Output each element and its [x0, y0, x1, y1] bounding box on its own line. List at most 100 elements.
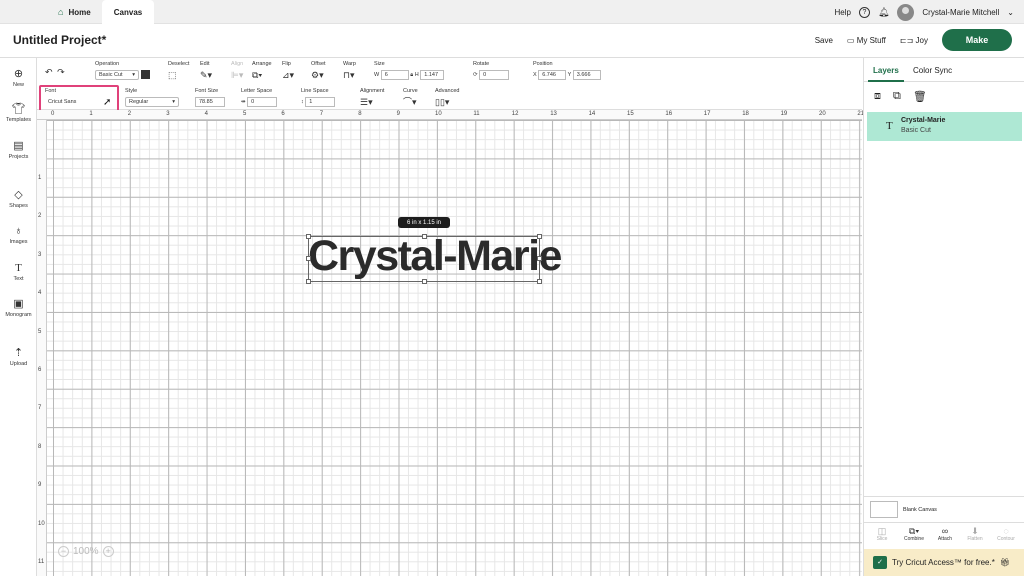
design-canvas[interactable]: [47, 120, 862, 576]
selection-box[interactable]: [306, 234, 542, 284]
letterspace-group: Letter Space ⇹ 0: [241, 88, 278, 107]
lock-icon[interactable]: 🔒︎: [410, 72, 413, 78]
trash-icon[interactable]: 🗑︎: [913, 90, 927, 103]
resize-handle[interactable]: [537, 256, 542, 261]
my-stuff-button[interactable]: ▭ My Stuff: [847, 36, 886, 45]
undo-icon[interactable]: ↶: [45, 67, 53, 77]
align-group[interactable]: Align ⊫▾: [231, 61, 243, 80]
curve-group[interactable]: Curve ⌒▾: [403, 88, 418, 107]
promo-text: Try Cricut Access™ for free.*: [892, 558, 995, 567]
alignment-group[interactable]: Alignment ☰▾: [360, 88, 384, 107]
layers-panel: Layers Color Sync ⧈ ⧉ 🗑︎ T Crystal-Marie…: [863, 58, 1024, 576]
rotate-input[interactable]: 0: [479, 70, 510, 80]
project-actions: Save ▭ My Stuff ⊏⊐ Joy Make: [815, 29, 1012, 51]
deselect-group[interactable]: Deselect ⬚: [168, 61, 189, 80]
resize-handle[interactable]: [306, 256, 311, 261]
nav-images-label: Images: [9, 239, 28, 245]
x-input[interactable]: 6.746: [538, 70, 567, 80]
align-text-icon: ☰▾: [360, 97, 373, 107]
group-icon[interactable]: ⧈: [874, 90, 881, 103]
edit-label: Edit: [200, 61, 210, 67]
tab-canvas[interactable]: Canvas: [102, 0, 154, 24]
edit-toolbar: ↶ ↷ Operation Basic Cut ▾ Deselect ⬚ Edit ✎…: [37, 58, 862, 110]
joy-label: Joy: [915, 35, 928, 45]
joy-button[interactable]: ⊏⊐ Joy: [900, 36, 928, 45]
combine-button[interactable]: ⧉▾ Combine: [899, 526, 929, 542]
curve-label: Curve: [403, 88, 418, 94]
blank-canvas-row[interactable]: Blank Canvas: [864, 496, 1024, 522]
bulb-icon: ♁: [14, 225, 23, 237]
operation-select[interactable]: Basic Cut ▾: [95, 70, 139, 80]
nav-monogram[interactable]: ▣ Monogram: [0, 298, 37, 318]
fontsize-label: Font Size: [195, 88, 219, 94]
linespace-input[interactable]: 1: [305, 97, 336, 107]
combine-icon: ⧉▾: [908, 526, 920, 536]
size-group: Size W 6 🔒︎ H 1.147: [374, 61, 445, 80]
blank-canvas-swatch[interactable]: [870, 501, 898, 518]
tab-color-sync[interactable]: Color Sync: [913, 66, 952, 75]
nav-upload[interactable]: ⇡ Upload: [0, 347, 37, 367]
tab-home-label: Home: [68, 7, 91, 17]
save-button[interactable]: Save: [815, 36, 833, 45]
nav-projects[interactable]: ▤ Projects: [0, 140, 37, 160]
project-title[interactable]: Untitled Project*: [13, 33, 106, 47]
style-select[interactable]: Regular ▾: [125, 97, 179, 107]
y-input[interactable]: 3.666: [572, 70, 601, 80]
offset-icon: ⚙▾: [311, 70, 324, 80]
user-name[interactable]: Crystal-Marie Mitchell: [922, 8, 999, 17]
flatten-button[interactable]: ⬇ Flatten: [960, 526, 990, 542]
chevron-down-icon[interactable]: ⌄: [1007, 8, 1014, 17]
resize-handle[interactable]: [422, 279, 427, 284]
rotate-icon: ⟳: [473, 72, 478, 78]
ruler-tick-label: 13: [550, 111, 557, 117]
access-promo-banner[interactable]: ✓ Try Cricut Access™ for free.* 🎁︎: [864, 549, 1024, 576]
nav-images[interactable]: ♁ Images: [0, 225, 37, 245]
attach-label: Attach: [937, 536, 953, 542]
flip-group[interactable]: Flip ⊿▾: [282, 61, 294, 80]
resize-handle[interactable]: [537, 279, 542, 284]
resize-handle[interactable]: [537, 234, 542, 239]
layer-item[interactable]: T Crystal-Marie Basic Cut: [867, 112, 1022, 141]
letterspace-input[interactable]: 0: [247, 97, 278, 107]
avatar[interactable]: [897, 3, 915, 21]
warp-group[interactable]: Warp ⊓▾: [343, 61, 356, 80]
resize-handle[interactable]: [306, 279, 311, 284]
nav-templates[interactable]: 👕︎ Templates: [0, 103, 37, 123]
resize-handle[interactable]: [422, 234, 427, 239]
zoom-out-button[interactable]: −: [58, 546, 69, 557]
contour-button[interactable]: ◌ Contour: [991, 526, 1021, 542]
color-swatch[interactable]: [141, 70, 150, 80]
tab-home[interactable]: ⌂ Home: [58, 0, 91, 24]
zoom-in-button[interactable]: +: [102, 546, 114, 557]
nav-projects-label: Projects: [8, 154, 29, 160]
position-group: Position X 6.746 Y 3.666: [533, 61, 601, 80]
help-icon[interactable]: ?: [858, 6, 870, 18]
tab-layers[interactable]: Layers: [873, 66, 899, 75]
panel-tabs: Layers Color Sync: [864, 58, 1024, 82]
attach-button[interactable]: ∞ Attach: [930, 526, 960, 542]
nav-shapes[interactable]: ◇ Shapes: [0, 189, 37, 209]
help-link[interactable]: Help: [835, 8, 851, 17]
arrange-group[interactable]: Arrange ⧉▾: [252, 61, 272, 80]
h-label: H: [414, 72, 419, 78]
nav-text[interactable]: T Text: [0, 262, 37, 282]
redo-icon[interactable]: ↷: [57, 67, 65, 77]
flatten-label: Flatten: [967, 536, 983, 542]
fontsize-input[interactable]: 78.85: [195, 97, 225, 107]
style-label: Style: [125, 88, 138, 94]
operation-value: Basic Cut: [99, 72, 123, 78]
bell-icon[interactable]: 🔔︎: [878, 7, 889, 18]
dimension-label: 6 in x 1.15 in: [398, 217, 450, 228]
width-input[interactable]: 6: [380, 70, 409, 80]
advanced-group[interactable]: Advanced ▯▯▾: [435, 88, 459, 107]
height-input[interactable]: 1.147: [420, 70, 445, 80]
offset-group[interactable]: Offset ⚙▾: [311, 61, 326, 80]
make-button[interactable]: Make: [942, 29, 1012, 51]
fontsize-group: Font Size 78.85: [195, 88, 225, 107]
resize-handle[interactable]: [306, 234, 311, 239]
duplicate-icon[interactable]: ⧉: [893, 90, 901, 103]
contour-icon: ◌: [1003, 526, 1009, 536]
nav-new[interactable]: ⊕ New: [0, 68, 37, 88]
slice-button[interactable]: ◫ Slice: [867, 526, 897, 542]
edit-group[interactable]: Edit ✎▾: [200, 61, 212, 80]
